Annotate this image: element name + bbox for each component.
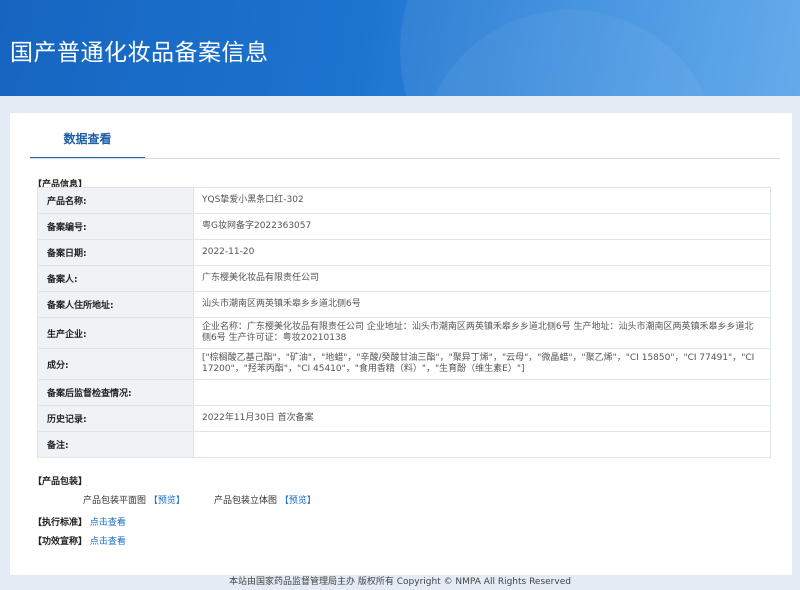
- section-packaging: 【产品包装】: [33, 477, 88, 487]
- row-value: YQS挚爱小黑条口红-302: [193, 187, 771, 214]
- row-value: [193, 379, 771, 406]
- row-label: 备案后监督检查情况:: [37, 379, 194, 406]
- table-row: 备案人住所地址: 汕头市潮南区两英镇禾皋乡乡道北侧6号: [37, 291, 771, 318]
- row-value: 2022-11-20: [193, 239, 771, 266]
- standard-view-link[interactable]: 点击查看: [90, 518, 126, 528]
- efficacy-row: 【功效宣称】 点击查看: [33, 534, 126, 547]
- efficacy-view-link[interactable]: 点击查看: [90, 537, 126, 547]
- table-row: 成分: ["棕榈酸乙基己酯"，"矿油"，"地蜡"，"辛酸/癸酸甘油三酯"，"聚异…: [37, 348, 771, 380]
- row-value: 企业名称：广东樱美化妆品有限责任公司 企业地址：汕头市潮南区两英镇禾皋乡乡道北侧…: [193, 317, 771, 349]
- content-panel: 数据查看 【产品信息】 产品名称: YQS挚爱小黑条口红-302 备案编号: 粤…: [10, 113, 792, 575]
- row-value: 粤G妆网备字2022363057: [193, 213, 771, 240]
- row-label: 备案编号:: [37, 213, 194, 240]
- table-row: 备案人: 广东樱美化妆品有限责任公司: [37, 265, 771, 292]
- packaging-solid-label: 产品包装立体图: [214, 496, 278, 506]
- packaging-flat-label: 产品包装平面图: [83, 496, 147, 506]
- table-row: 备案日期: 2022-11-20: [37, 239, 771, 266]
- product-info-table: 产品名称: YQS挚爱小黑条口红-302 备案编号: 粤G妆网备字2022363…: [37, 187, 771, 458]
- row-value: 广东樱美化妆品有限责任公司: [193, 265, 771, 292]
- table-row: 备注:: [37, 431, 771, 458]
- packaging-solid: 产品包装立体图 【预览】: [214, 493, 316, 506]
- section-efficacy: 【功效宣称】: [33, 537, 88, 547]
- row-value: ["棕榈酸乙基己酯"，"矿油"，"地蜡"，"辛酸/癸酸甘油三酯"，"聚异丁烯"，…: [193, 348, 771, 380]
- footer-copyright: 本站由国家药品监督管理局主办 版权所有 Copyright © NMPA All…: [229, 577, 571, 587]
- row-label: 历史记录:: [37, 405, 194, 432]
- standard-row: 【执行标准】 点击查看: [33, 515, 126, 528]
- row-label: 备案日期:: [37, 239, 194, 266]
- page-header: 国产普通化妆品备案信息: [0, 0, 800, 96]
- table-row: 生产企业: 企业名称：广东樱美化妆品有限责任公司 企业地址：汕头市潮南区两英镇禾…: [37, 317, 771, 349]
- table-row: 产品名称: YQS挚爱小黑条口红-302: [37, 187, 771, 214]
- row-label: 备案人住所地址:: [37, 291, 194, 318]
- page-title: 国产普通化妆品备案信息: [10, 40, 269, 66]
- packaging-flat-preview-link[interactable]: 【预览】: [149, 496, 185, 506]
- row-label: 生产企业:: [37, 317, 194, 349]
- row-label: 备注:: [37, 431, 194, 458]
- section-standard: 【执行标准】: [33, 518, 88, 528]
- packaging-solid-preview-link[interactable]: 【预览】: [280, 496, 316, 506]
- tab-data-view[interactable]: 数据查看: [30, 126, 145, 159]
- row-label: 成分:: [37, 348, 194, 380]
- row-value: 汕头市潮南区两英镇禾皋乡乡道北侧6号: [193, 291, 771, 318]
- row-label: 产品名称:: [37, 187, 194, 214]
- row-value: 2022年11月30日 首次备案: [193, 405, 771, 432]
- table-row: 备案后监督检查情况:: [37, 379, 771, 406]
- tab-divider: [30, 158, 780, 159]
- packaging-flat: 产品包装平面图 【预览】: [83, 493, 185, 506]
- row-label: 备案人:: [37, 265, 194, 292]
- table-row: 历史记录: 2022年11月30日 首次备案: [37, 405, 771, 432]
- table-row: 备案编号: 粤G妆网备字2022363057: [37, 213, 771, 240]
- row-value: [193, 431, 771, 458]
